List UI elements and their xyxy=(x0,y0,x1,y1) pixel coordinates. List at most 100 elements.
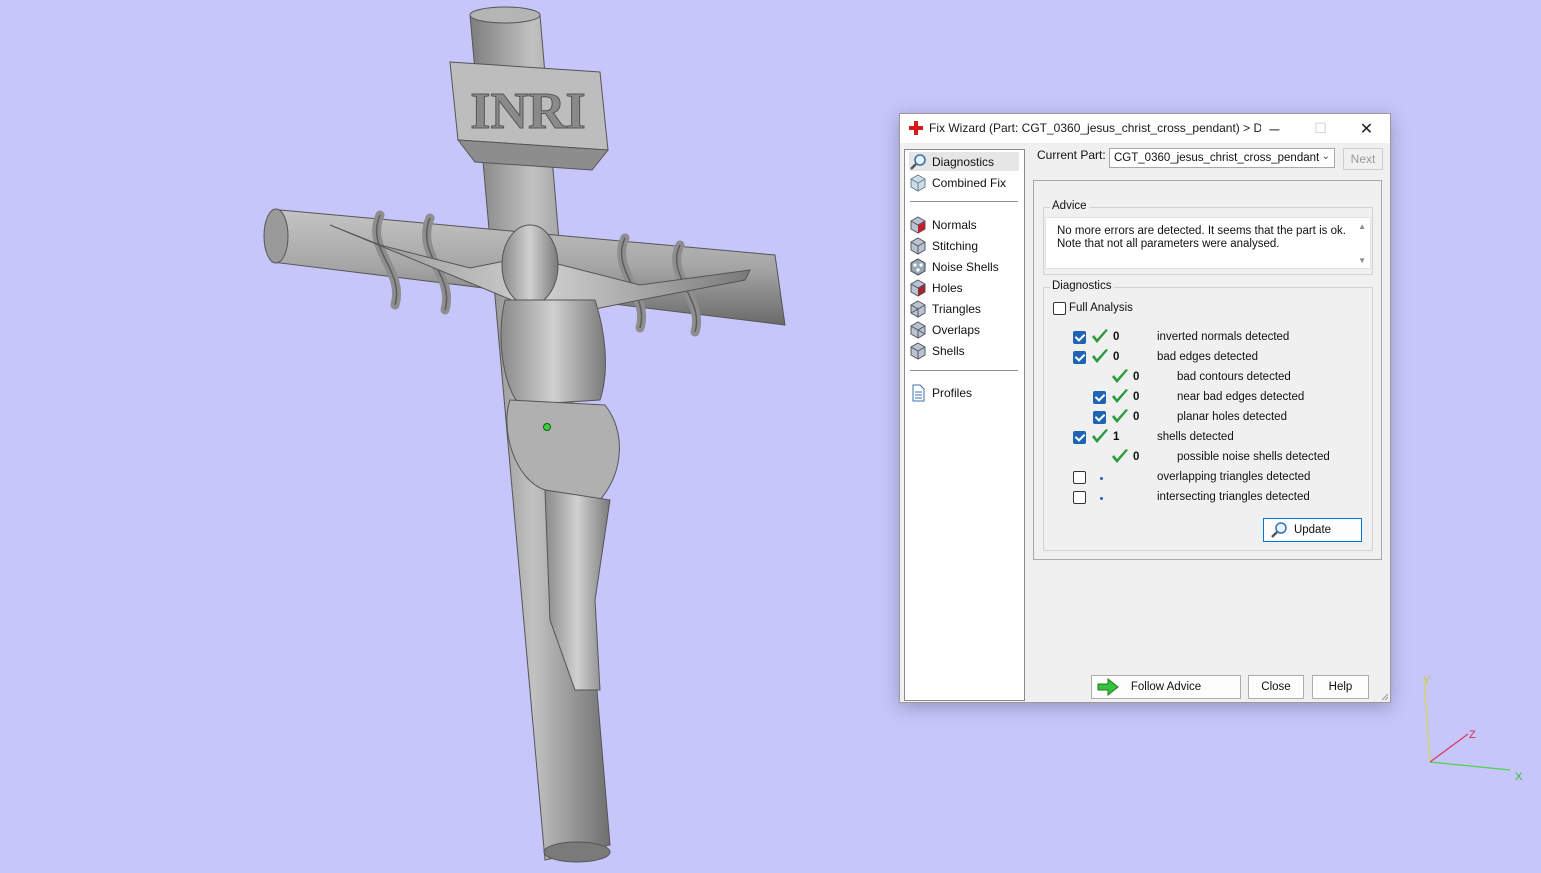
sidebar-item-label: Diagnostics xyxy=(932,154,995,169)
sidebar: Diagnostics Combined Fix Normals Stitchi… xyxy=(904,149,1025,701)
ok-check-icon xyxy=(1092,329,1108,343)
current-part-label: Current Part: xyxy=(1037,148,1106,162)
sidebar-item-label: Holes xyxy=(932,280,963,295)
current-part-value: CGT_0360_jesus_christ_cross_pendant xyxy=(1114,152,1320,164)
sidebar-item-shells[interactable]: Shells xyxy=(909,341,1019,360)
follow-advice-button[interactable]: Follow Advice xyxy=(1091,675,1241,699)
ok-check-icon xyxy=(1112,389,1128,403)
window-title: Fix Wizard (Part: CGT_0360_jesus_christ_… xyxy=(929,121,1261,135)
shells-checkbox[interactable] xyxy=(1073,431,1086,444)
ok-check-icon xyxy=(1112,449,1128,463)
sidebar-item-label: Combined Fix xyxy=(932,175,1007,190)
normals-cube-icon xyxy=(910,215,926,234)
advice-text: No more errors are detected. It seems th… xyxy=(1057,225,1357,251)
sidebar-divider xyxy=(910,201,1018,202)
diag-label: planar holes detected xyxy=(1177,411,1287,423)
sidebar-item-profiles[interactable]: Profiles xyxy=(909,383,1019,402)
fix-wizard-dialog: Fix Wizard (Part: CGT_0360_jesus_christ_… xyxy=(899,113,1391,703)
inverted-normals-checkbox[interactable] xyxy=(1073,331,1086,344)
ok-check-icon xyxy=(1112,369,1128,383)
diag-count: 0 xyxy=(1113,351,1120,363)
ok-check-icon xyxy=(1112,409,1128,423)
sidebar-item-normals[interactable]: Normals xyxy=(909,215,1019,234)
planar-holes-checkbox[interactable] xyxy=(1093,411,1106,424)
sidebar-item-combined-fix[interactable]: Combined Fix xyxy=(909,173,1019,192)
diag-label: overlapping triangles detected xyxy=(1157,471,1311,483)
help-button[interactable]: Help xyxy=(1312,675,1369,699)
sidebar-item-label: Stitching xyxy=(932,238,979,253)
pending-dot-icon xyxy=(1100,477,1103,480)
sidebar-item-label: Noise Shells xyxy=(932,259,999,274)
sidebar-item-diagnostics[interactable]: Diagnostics xyxy=(909,152,1019,171)
diag-label: bad contours detected xyxy=(1177,371,1291,383)
full-analysis-label: Full Analysis xyxy=(1069,302,1133,314)
maximize-button[interactable]: ☐ xyxy=(1298,114,1343,143)
sidebar-item-label: Normals xyxy=(932,217,977,232)
green-arrow-icon xyxy=(1097,678,1119,696)
axis-y-label: Y xyxy=(1423,675,1431,687)
chevron-down-icon: ⌄ xyxy=(1321,151,1330,162)
diagnostics-group-label: Diagnostics xyxy=(1050,280,1114,292)
diag-label: inverted normals detected xyxy=(1157,331,1290,343)
diag-count: 0 xyxy=(1133,371,1140,383)
diagnostics-panel: Advice No more errors are detected. It s… xyxy=(1033,180,1382,560)
overlapping-triangles-checkbox[interactable] xyxy=(1073,471,1086,484)
sidebar-item-overlaps[interactable]: Overlaps xyxy=(909,320,1019,339)
close-button[interactable]: Close xyxy=(1248,675,1304,699)
cross-pendant-model[interactable]: INRI xyxy=(250,0,810,873)
title-bar[interactable]: Fix Wizard (Part: CGT_0360_jesus_christ_… xyxy=(900,114,1390,143)
close-window-button[interactable]: ✕ xyxy=(1344,114,1389,143)
diag-count: 1 xyxy=(1113,431,1120,443)
stitching-cube-icon xyxy=(910,236,926,255)
scroll-up-icon[interactable]: ▲ xyxy=(1358,222,1366,231)
diag-label: shells detected xyxy=(1157,431,1234,443)
ok-check-icon xyxy=(1092,349,1108,363)
shells-cube-icon xyxy=(910,341,926,360)
noise-shells-icon xyxy=(910,257,926,276)
diag-count: 0 xyxy=(1113,331,1120,343)
sidebar-item-label: Triangles xyxy=(932,301,981,316)
resize-grip-icon[interactable] xyxy=(1379,691,1389,701)
next-button[interactable]: Next xyxy=(1343,148,1383,170)
sidebar-item-holes[interactable]: Holes xyxy=(909,278,1019,297)
advice-line: Note that not all parameters were analys… xyxy=(1057,238,1280,250)
pending-dot-icon xyxy=(1100,497,1103,500)
diag-count: 0 xyxy=(1133,411,1140,423)
bad-edges-checkbox[interactable] xyxy=(1073,351,1086,364)
sidebar-item-label: Shells xyxy=(932,343,965,358)
current-part-select[interactable]: CGT_0360_jesus_christ_cross_pendant ⌄ xyxy=(1109,148,1335,168)
intersecting-triangles-checkbox[interactable] xyxy=(1073,491,1086,504)
advice-line: No more errors are detected. It seems th… xyxy=(1057,225,1346,237)
full-analysis-checkbox[interactable] xyxy=(1053,302,1066,315)
axis-z-label: Z xyxy=(1469,729,1476,741)
diag-label: near bad edges detected xyxy=(1177,391,1305,403)
overlaps-cube-icon xyxy=(910,320,926,339)
advice-textbox[interactable]: No more errors are detected. It seems th… xyxy=(1045,217,1371,269)
follow-advice-label: Follow Advice xyxy=(1130,681,1202,693)
red-cross-icon xyxy=(909,121,923,135)
diag-label: possible noise shells detected xyxy=(1177,451,1330,463)
inri-inscription: INRI xyxy=(470,83,586,140)
ok-check-icon xyxy=(1092,429,1108,443)
minimize-button[interactable]: ─ xyxy=(1252,114,1297,143)
diag-count: 0 xyxy=(1133,451,1140,463)
diag-count: 0 xyxy=(1133,391,1140,403)
sidebar-item-label: Profiles xyxy=(932,385,973,400)
advice-group-label: Advice xyxy=(1050,200,1089,212)
scroll-down-icon[interactable]: ▼ xyxy=(1358,256,1366,265)
update-button[interactable]: Update xyxy=(1263,518,1362,542)
diag-label: bad edges detected xyxy=(1157,351,1259,363)
sidebar-divider xyxy=(910,370,1018,371)
magnifier-icon xyxy=(910,153,926,170)
sidebar-item-stitching[interactable]: Stitching xyxy=(909,236,1019,255)
near-bad-edges-checkbox[interactable] xyxy=(1093,391,1106,404)
sidebar-item-noise-shells[interactable]: Noise Shells xyxy=(909,257,1019,276)
sidebar-item-triangles[interactable]: Triangles xyxy=(909,299,1019,318)
axis-x-label: X xyxy=(1515,771,1523,783)
magnifier-icon xyxy=(1271,522,1287,538)
diag-label: intersecting triangles detected xyxy=(1157,491,1310,503)
sidebar-item-label: Overlaps xyxy=(932,322,981,337)
update-label: Update xyxy=(1293,524,1332,536)
triangles-cube-icon xyxy=(910,299,926,318)
cube-light-icon xyxy=(910,173,926,192)
